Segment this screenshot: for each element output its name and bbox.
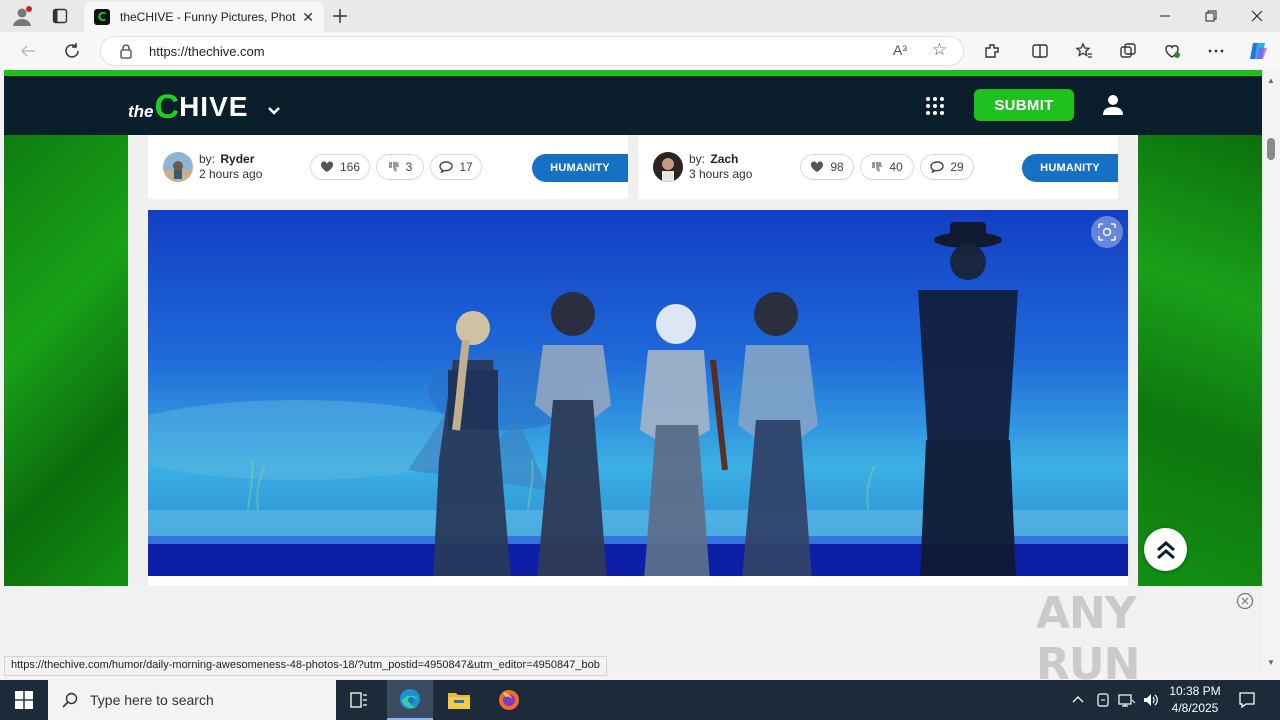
user-account-icon[interactable] <box>1102 94 1124 116</box>
scrollbar-thumb[interactable] <box>1267 138 1275 160</box>
url-text[interactable]: https://thechive.com <box>149 44 265 59</box>
apps-grid-icon[interactable] <box>926 97 944 115</box>
comments-button[interactable]: 29 <box>920 154 974 180</box>
visual-search-icon[interactable] <box>1091 216 1123 248</box>
dislike-button[interactable]: 3 <box>376 154 424 180</box>
new-tab-icon[interactable] <box>328 4 352 28</box>
extensions-icon[interactable] <box>980 39 1004 63</box>
browser-essentials-icon[interactable] <box>1160 39 1184 63</box>
page-scrollbar[interactable]: ▲ ▼ <box>1262 70 1280 674</box>
chive-favicon-icon: C <box>94 9 110 25</box>
task-view-icon[interactable] <box>336 680 382 720</box>
post-hero-image[interactable] <box>148 210 1128 576</box>
tab-title: theCHIVE - Funny Pictures, Photos <box>120 10 296 24</box>
read-aloud-icon[interactable]: A³ <box>893 42 907 58</box>
security-tray-icon[interactable] <box>1096 692 1110 708</box>
ad-close-icon[interactable] <box>1236 592 1254 610</box>
profile-icon[interactable] <box>10 4 34 28</box>
browser-tab-strip: C theCHIVE - Funny Pictures, Photos ✕ <box>0 0 1280 32</box>
back-icon[interactable] <box>16 39 40 63</box>
collections-icon[interactable] <box>1116 39 1140 63</box>
anyrun-watermark: ANY RUN <box>1036 588 1140 690</box>
category-tag[interactable]: HUMANITY <box>1022 154 1118 182</box>
comment-icon <box>439 161 454 173</box>
logo-chevron-down-icon[interactable] <box>267 106 281 116</box>
clock-date: 4/8/2025 <box>1171 701 1219 715</box>
page-viewport: the C HIVE SUBMIT by: Ryder 2 hours ago … <box>4 70 1262 586</box>
clock-time: 10:38 PM <box>1169 684 1221 698</box>
browser-toolbar: https://thechive.com A³ ☆ <box>0 32 1280 70</box>
dislike-button[interactable]: 40 <box>860 154 914 180</box>
split-screen-icon[interactable] <box>1028 39 1052 63</box>
scroll-up-arrow-icon[interactable]: ▲ <box>1267 76 1275 85</box>
double-chevron-up-icon <box>1156 540 1175 559</box>
category-tag[interactable]: HUMANITY <box>532 154 628 182</box>
taskbar-search-box[interactable]: Type here to search <box>48 680 336 720</box>
tray-chevron-up-icon[interactable] <box>1072 694 1084 706</box>
background-left <box>4 135 128 586</box>
scroll-down-arrow-icon[interactable]: ▼ <box>1267 658 1275 667</box>
more-options-icon[interactable] <box>1204 39 1228 63</box>
refresh-icon[interactable] <box>60 39 84 63</box>
post-card-meta: by: Ryder 2 hours ago 166 3 17 HUMANITY <box>148 135 628 199</box>
address-bar[interactable]: https://thechive.com A³ ☆ <box>100 36 964 66</box>
restore-icon[interactable] <box>1188 0 1234 32</box>
network-icon[interactable] <box>1118 692 1136 708</box>
post-time: 3 hours ago <box>689 167 753 181</box>
post-time: 2 hours ago <box>199 167 263 181</box>
minimize-icon[interactable] <box>1142 0 1188 32</box>
comment-icon <box>930 161 945 173</box>
tab-close-icon[interactable]: ✕ <box>302 9 314 26</box>
scroll-to-top-button[interactable] <box>1144 528 1187 571</box>
like-button[interactable]: 166 <box>310 154 370 180</box>
submit-button[interactable]: SUBMIT <box>974 89 1074 121</box>
site-header: the C HIVE SUBMIT <box>4 76 1262 135</box>
thumbs-down-icon <box>388 162 399 172</box>
favorites-icon[interactable] <box>1072 39 1096 63</box>
copilot-icon[interactable] <box>1246 39 1270 63</box>
heart-icon <box>811 161 824 172</box>
favorite-star-icon[interactable]: ☆ <box>932 40 947 60</box>
file-explorer-icon[interactable] <box>436 680 482 720</box>
comments-button[interactable]: 17 <box>430 154 482 180</box>
site-logo[interactable]: the C HIVE <box>128 88 248 124</box>
heart-icon <box>320 161 334 172</box>
volume-icon[interactable] <box>1142 692 1160 708</box>
lock-icon[interactable] <box>119 43 133 59</box>
post-card-meta: by: Zach 3 hours ago 98 40 29 HUMANITY <box>638 135 1118 199</box>
notifications-icon[interactable] <box>1238 691 1256 709</box>
thumbs-down-icon <box>872 162 883 172</box>
system-clock[interactable]: 10:38 PM 4/8/2025 <box>1164 683 1226 717</box>
windows-taskbar: Type here to search 10:38 PM 4/8/2025 <box>0 680 1280 720</box>
hero-caption-strip <box>148 576 1128 586</box>
search-icon <box>62 692 78 708</box>
windows-start-icon[interactable] <box>0 680 48 720</box>
edge-taskbar-icon[interactable] <box>387 680 433 720</box>
tab-actions-icon[interactable] <box>48 4 72 28</box>
active-tab[interactable]: C theCHIVE - Funny Pictures, Photos ✕ <box>84 2 324 32</box>
byline: by: Zach <box>689 152 739 166</box>
avatar[interactable] <box>653 152 683 182</box>
like-button[interactable]: 98 <box>800 154 854 180</box>
status-bar-url: https://thechive.com/humor/daily-morning… <box>4 656 607 676</box>
author-name[interactable]: Zach <box>710 152 738 166</box>
byline: by: Ryder <box>199 152 255 166</box>
background-right <box>1138 135 1262 586</box>
author-name[interactable]: Ryder <box>220 152 254 166</box>
avatar[interactable] <box>163 152 193 182</box>
aquarium-photo <box>148 210 1128 576</box>
close-window-icon[interactable] <box>1234 0 1280 32</box>
firefox-icon[interactable] <box>486 680 532 720</box>
